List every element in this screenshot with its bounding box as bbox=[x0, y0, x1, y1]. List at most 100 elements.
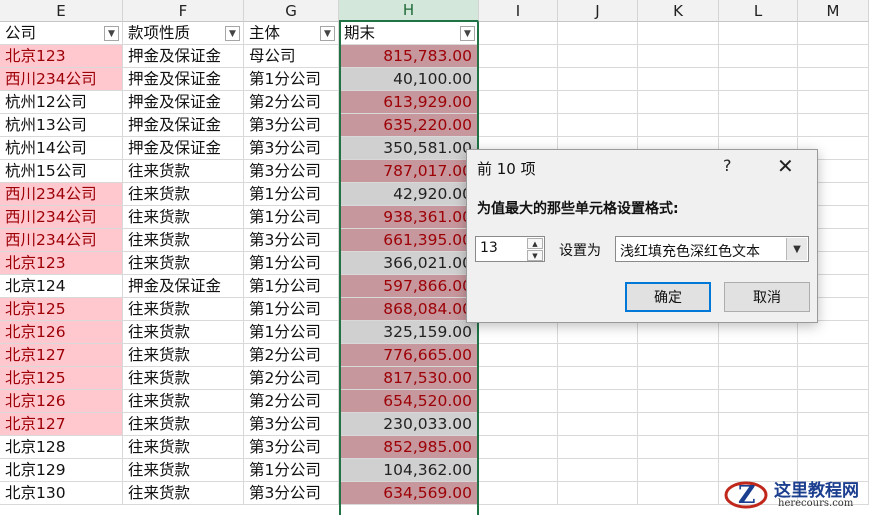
empty-cell[interactable] bbox=[638, 482, 719, 505]
column-header-l[interactable]: L bbox=[719, 0, 798, 22]
empty-cell[interactable] bbox=[558, 22, 638, 45]
table-cell-entity[interactable]: 第3分公司 bbox=[244, 436, 339, 459]
column-header-j[interactable]: J bbox=[558, 0, 638, 22]
table-cell-company[interactable]: 北京126 bbox=[0, 390, 123, 413]
table-cell-entity[interactable]: 第3分公司 bbox=[244, 229, 339, 252]
spin-down-icon[interactable]: ▼ bbox=[527, 250, 543, 261]
table-cell-entity[interactable]: 第1分公司 bbox=[244, 68, 339, 91]
table-cell-type[interactable]: 押金及保证金 bbox=[123, 68, 244, 91]
empty-cell[interactable] bbox=[638, 390, 719, 413]
table-cell-company[interactable]: 北京125 bbox=[0, 298, 123, 321]
table-cell-type[interactable]: 往来货款 bbox=[123, 252, 244, 275]
filter-dropdown-icon[interactable]: ▼ bbox=[104, 26, 119, 41]
empty-cell[interactable] bbox=[479, 367, 558, 390]
table-cell-type[interactable]: 往来货款 bbox=[123, 367, 244, 390]
table-cell-entity[interactable]: 第1分公司 bbox=[244, 183, 339, 206]
cancel-button[interactable]: 取消 bbox=[724, 282, 810, 312]
table-cell-value[interactable]: 230,033.00 bbox=[339, 413, 479, 436]
table-cell-type[interactable]: 押金及保证金 bbox=[123, 91, 244, 114]
table-cell-company[interactable]: 北京130 bbox=[0, 482, 123, 505]
ok-button[interactable]: 确定 bbox=[625, 282, 711, 312]
table-cell-value[interactable]: 776,665.00 bbox=[339, 344, 479, 367]
format-select[interactable]: 浅红填充色深红色文本 ▼ bbox=[615, 236, 809, 262]
table-cell-company[interactable]: 北京128 bbox=[0, 436, 123, 459]
column-header-h[interactable]: H bbox=[339, 0, 479, 22]
column-header-f[interactable]: F bbox=[123, 0, 244, 22]
empty-cell[interactable] bbox=[558, 68, 638, 91]
empty-cell[interactable] bbox=[798, 321, 869, 344]
empty-cell[interactable] bbox=[798, 68, 869, 91]
table-cell-entity[interactable]: 第3分公司 bbox=[244, 114, 339, 137]
table-cell-entity[interactable]: 第1分公司 bbox=[244, 206, 339, 229]
table-cell-value[interactable]: 42,920.00 bbox=[339, 183, 479, 206]
table-cell-value[interactable]: 654,520.00 bbox=[339, 390, 479, 413]
empty-cell[interactable] bbox=[558, 114, 638, 137]
empty-cell[interactable] bbox=[479, 321, 558, 344]
empty-cell[interactable] bbox=[798, 22, 869, 45]
table-cell-value[interactable]: 868,084.00 bbox=[339, 298, 479, 321]
empty-cell[interactable] bbox=[798, 344, 869, 367]
column-header-m[interactable]: M bbox=[798, 0, 869, 22]
table-cell-value[interactable]: 366,021.00 bbox=[339, 252, 479, 275]
help-icon[interactable]: ? bbox=[723, 156, 732, 175]
empty-cell[interactable] bbox=[479, 114, 558, 137]
table-cell-value[interactable]: 787,017.00 bbox=[339, 160, 479, 183]
table-cell-company[interactable]: 北京125 bbox=[0, 367, 123, 390]
table-cell-entity[interactable]: 第1分公司 bbox=[244, 298, 339, 321]
empty-cell[interactable] bbox=[638, 367, 719, 390]
table-cell-value[interactable]: 815,783.00 bbox=[339, 45, 479, 68]
column-header-e[interactable]: E bbox=[0, 0, 123, 22]
empty-cell[interactable] bbox=[558, 459, 638, 482]
empty-cell[interactable] bbox=[638, 321, 719, 344]
table-cell-entity[interactable]: 母公司 bbox=[244, 45, 339, 68]
table-cell-type[interactable]: 往来货款 bbox=[123, 344, 244, 367]
table-cell-entity[interactable]: 第1分公司 bbox=[244, 252, 339, 275]
table-cell-type[interactable]: 押金及保证金 bbox=[123, 114, 244, 137]
table-cell-type[interactable]: 押金及保证金 bbox=[123, 275, 244, 298]
table-cell-company[interactable]: 北京127 bbox=[0, 413, 123, 436]
empty-cell[interactable] bbox=[638, 436, 719, 459]
table-cell-entity[interactable]: 第1分公司 bbox=[244, 275, 339, 298]
empty-cell[interactable] bbox=[638, 22, 719, 45]
table-cell-type[interactable]: 往来货款 bbox=[123, 436, 244, 459]
column-header-g[interactable]: G bbox=[244, 0, 339, 22]
table-cell-entity[interactable]: 第3分公司 bbox=[244, 137, 339, 160]
table-cell-type[interactable]: 往来货款 bbox=[123, 459, 244, 482]
table-cell-value[interactable]: 852,985.00 bbox=[339, 436, 479, 459]
table-cell-entity[interactable]: 第1分公司 bbox=[244, 459, 339, 482]
empty-cell[interactable] bbox=[798, 413, 869, 436]
empty-cell[interactable] bbox=[479, 45, 558, 68]
empty-cell[interactable] bbox=[719, 436, 798, 459]
empty-cell[interactable] bbox=[479, 436, 558, 459]
table-cell-entity[interactable]: 第2分公司 bbox=[244, 344, 339, 367]
empty-cell[interactable] bbox=[719, 22, 798, 45]
table-cell-value[interactable]: 350,581.00 bbox=[339, 137, 479, 160]
table-cell-company[interactable]: 北京127 bbox=[0, 344, 123, 367]
table-cell-value[interactable]: 597,866.00 bbox=[339, 275, 479, 298]
empty-cell[interactable] bbox=[479, 482, 558, 505]
table-cell-type[interactable]: 往来货款 bbox=[123, 206, 244, 229]
empty-cell[interactable] bbox=[479, 413, 558, 436]
filter-dropdown-icon[interactable]: ▼ bbox=[320, 26, 335, 41]
count-spinner[interactable]: 13 ▲ ▼ bbox=[475, 236, 545, 262]
empty-cell[interactable] bbox=[558, 45, 638, 68]
table-cell-company[interactable]: 西川234公司 bbox=[0, 206, 123, 229]
table-cell-company[interactable]: 北京124 bbox=[0, 275, 123, 298]
table-cell-entity[interactable]: 第2分公司 bbox=[244, 390, 339, 413]
empty-cell[interactable] bbox=[638, 68, 719, 91]
empty-cell[interactable] bbox=[479, 91, 558, 114]
empty-cell[interactable] bbox=[638, 344, 719, 367]
table-cell-company[interactable]: 杭州13公司 bbox=[0, 114, 123, 137]
table-cell-company[interactable]: 北京126 bbox=[0, 321, 123, 344]
empty-cell[interactable] bbox=[479, 22, 558, 45]
empty-cell[interactable] bbox=[558, 91, 638, 114]
table-cell-type[interactable]: 往来货款 bbox=[123, 482, 244, 505]
table-cell-company[interactable]: 北京129 bbox=[0, 459, 123, 482]
table-cell-type[interactable]: 往来货款 bbox=[123, 298, 244, 321]
empty-cell[interactable] bbox=[719, 68, 798, 91]
table-cell-entity[interactable]: 第1分公司 bbox=[244, 321, 339, 344]
table-cell-company[interactable]: 杭州12公司 bbox=[0, 91, 123, 114]
table-cell-type[interactable]: 往来货款 bbox=[123, 413, 244, 436]
table-cell-company[interactable]: 西川234公司 bbox=[0, 183, 123, 206]
empty-cell[interactable] bbox=[719, 367, 798, 390]
